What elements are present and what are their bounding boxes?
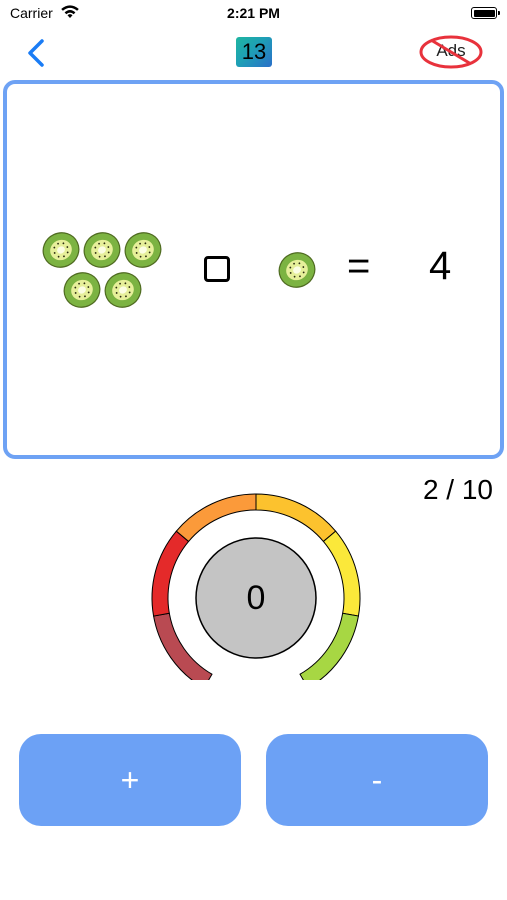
dial-segment <box>322 530 361 617</box>
remove-ads-button[interactable]: Ads <box>418 34 484 70</box>
left-fruit-group <box>41 230 163 310</box>
back-button[interactable] <box>22 36 52 70</box>
equals-sign: = <box>347 244 371 288</box>
kiwi-icon <box>83 232 121 268</box>
result-value: 4 <box>429 244 452 288</box>
kiwi-icon <box>124 232 162 268</box>
no-ads-icon <box>419 35 483 69</box>
chevron-left-icon <box>28 39 44 67</box>
question-card: = 4 <box>3 80 504 459</box>
plus-button[interactable]: + <box>19 734 241 826</box>
status-bar: Carrier 2:21 PM <box>0 0 507 28</box>
kiwi-icon <box>104 272 142 308</box>
kiwi-icon <box>42 232 80 268</box>
battery-icon <box>471 7 500 19</box>
minus-button[interactable]: - <box>266 734 488 826</box>
dial-segment <box>255 493 337 543</box>
dial-segment <box>151 530 190 617</box>
dial-segment <box>175 493 257 543</box>
kiwi-icon <box>278 252 316 288</box>
right-fruit-group <box>277 250 317 290</box>
kiwi-icon <box>63 272 101 308</box>
dial-value: 0 <box>246 579 266 617</box>
level-badge: 13 <box>236 37 272 67</box>
status-time: 2:21 PM <box>227 5 280 21</box>
operator-blank-box[interactable] <box>204 256 230 282</box>
question-progress: 2 / 10 <box>422 474 493 505</box>
